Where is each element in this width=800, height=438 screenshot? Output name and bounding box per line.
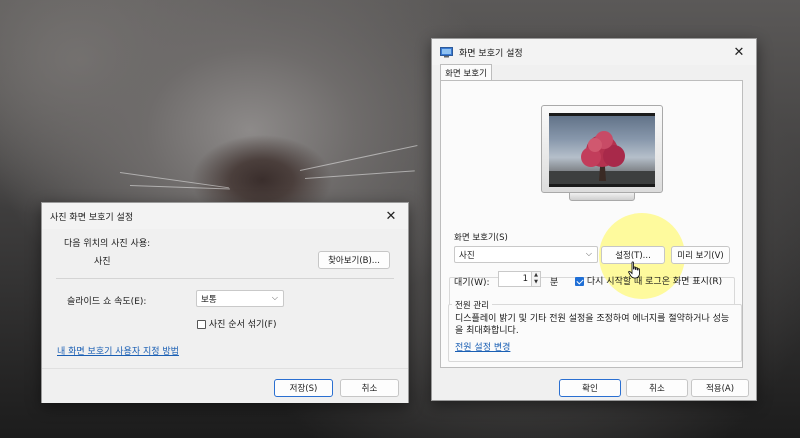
photo-folder-name: 사진 [94, 257, 111, 267]
slideshow-speed-dropdown[interactable]: 보통 ⌵ [196, 290, 284, 307]
preview-tree-image [549, 113, 655, 187]
spin-up-icon[interactable]: ▲ [534, 272, 538, 279]
cancel-button[interactable]: 취소 [626, 379, 688, 397]
preview-button[interactable]: 미리 보기(V) [671, 246, 730, 264]
screensaver-group-label: 화면 보호기(S) [451, 231, 511, 243]
tab-screensaver[interactable]: 화면 보호기 [440, 64, 492, 81]
customize-help-link[interactable]: 내 화면 보호기 사용자 지정 방법 [57, 344, 179, 357]
shuffle-label: 사진 순서 섞기(F) [208, 320, 277, 330]
wait-minutes-input[interactable]: 1 [498, 271, 532, 287]
photo-screensaver-dialog: 사진 화면 보호기 설정 ✕ 다음 위치의 사진 사용: 사진 찾아보기(B).… [41, 202, 409, 403]
resume-logon-checkbox[interactable] [575, 277, 584, 286]
shuffle-checkbox[interactable] [197, 320, 206, 329]
cancel-button[interactable]: 취소 [340, 379, 399, 397]
close-icon[interactable]: ✕ [722, 39, 756, 65]
power-settings-link[interactable]: 전원 설정 변경 [455, 340, 510, 353]
chevron-down-icon: ⌵ [271, 293, 278, 302]
photo-dialog-title: 사진 화면 보호기 설정 [50, 212, 134, 223]
wait-minutes-spinner[interactable]: ▲ ▼ [531, 271, 541, 287]
ok-button[interactable]: 확인 [559, 379, 621, 397]
save-button[interactable]: 저장(S) [274, 379, 333, 397]
shuffle-option[interactable]: 사진 순서 섞기(F) [197, 317, 276, 330]
slideshow-speed-label: 슬라이드 쇼 속도(E): [67, 297, 147, 307]
close-icon[interactable]: ✕ [374, 203, 408, 229]
wait-unit: 분 [550, 278, 559, 288]
slideshow-speed-value: 보통 [201, 294, 217, 305]
spin-down-icon[interactable]: ▼ [534, 279, 538, 286]
chevron-down-icon: ⌵ [585, 249, 592, 258]
screensaver-value: 사진 [459, 250, 475, 261]
screensaver-preview-monitor [541, 105, 663, 205]
browse-button[interactable]: 찾아보기(B)... [318, 251, 390, 269]
resume-logon-label: 다시 시작할 때 로그온 화면 표시(R) [586, 277, 723, 287]
screensaver-dialog-title: 화면 보호기 설정 [459, 48, 523, 59]
monitor-stand [569, 192, 635, 201]
wait-label: 대기(W): [454, 278, 490, 288]
screensaver-dialog-title-bar[interactable]: 화면 보호기 설정 ✕ [432, 39, 756, 65]
screensaver-settings-dialog: 화면 보호기 설정 ✕ 화면 보호기 화면 보호기(S) 사진 ⌵ 설정(T).… [431, 38, 757, 401]
resume-logon-option[interactable]: 다시 시작할 때 로그온 화면 표시(R) [575, 274, 722, 287]
screensaver-dropdown[interactable]: 사진 ⌵ [454, 246, 598, 263]
power-description: 디스플레이 밝기 및 기타 전원 설정을 조정하여 에너지를 절약하거나 성능을… [455, 314, 730, 336]
display-settings-icon [440, 46, 453, 57]
photo-dialog-title-bar[interactable]: 사진 화면 보호기 설정 ✕ [42, 203, 408, 229]
hand-cursor-icon [628, 261, 640, 279]
apply-button[interactable]: 적용(A) [691, 379, 749, 397]
power-group-label: 전원 관리 [452, 299, 492, 311]
photo-location-label: 다음 위치의 사진 사용: [64, 239, 151, 249]
divider [56, 278, 394, 279]
preview-screen [549, 113, 655, 187]
monitor-frame [541, 105, 663, 193]
